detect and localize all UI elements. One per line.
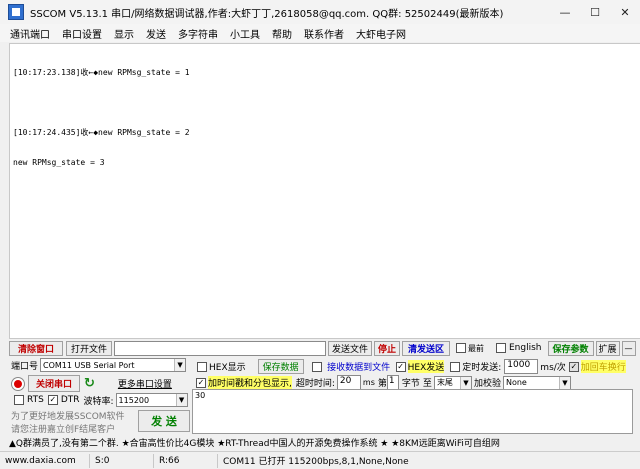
window-title: SSCOM V5.13.1 串口/网络数据调试器,作者:大虾丁丁,2618058… [30, 8, 504, 20]
refresh-icon[interactable]: ↻ [84, 376, 95, 391]
timeout-unit: ms [362, 378, 375, 387]
menu-item-tools[interactable]: 小工具 [230, 26, 260, 41]
title-bar: SSCOM V5.13.1 串口/网络数据调试器,作者:大虾丁丁,2618058… [0, 0, 640, 24]
open-file-button[interactable]: 打开文件 [66, 340, 112, 356]
rts-label: RTS [27, 395, 44, 405]
more-settings-button[interactable]: 更多串口设置 [115, 376, 175, 391]
dtr-label: DTR [60, 395, 80, 405]
menu-item-multi-string[interactable]: 多字符串 [178, 26, 218, 41]
stop-button[interactable]: 停止 [374, 340, 400, 356]
clear-send-button[interactable]: 清发送区 [402, 340, 450, 356]
rts-checkbox[interactable] [14, 395, 24, 405]
collapse-button[interactable]: — [621, 340, 636, 356]
to-label: 至 [422, 379, 432, 389]
port-control-row: 关闭串口 ↻ 更多串口设置 [12, 375, 175, 392]
port-row: 端口号 COM11 USB Serial Port ▼ [11, 358, 187, 372]
baud-label: 波特率: [83, 396, 114, 407]
display-options-row: HEX显示 保存数据 接收数据到文件 ✓ HEX发送 定时发送: 1000 ms… [197, 359, 626, 374]
expand-button[interactable]: 扩展 [595, 340, 620, 356]
interval-input[interactable]: 1000 [504, 359, 539, 374]
timeout-label: 超时时间: [295, 379, 335, 389]
send-button[interactable]: 发 送 [138, 410, 190, 432]
checksum-select-value: None [505, 378, 527, 387]
record-icon [12, 377, 24, 390]
window-controls: — ☐ ✕ [550, 0, 640, 24]
crlf-checkbox[interactable]: ✓ [568, 361, 579, 372]
english-label: English [509, 343, 542, 353]
status-received: R:66 [154, 453, 218, 468]
close-icon[interactable]: ✕ [610, 0, 640, 24]
menu-item-contact[interactable]: 联系作者 [304, 26, 344, 41]
byte-unit-label: 字节 [401, 379, 420, 389]
status-sent: S:0 [90, 453, 154, 468]
port-select[interactable]: COM11 USB Serial Port ▼ [40, 358, 187, 372]
status-port: COM11 已打开 115200bps,8,1,None,None [223, 457, 409, 467]
receive-line: [10:17:23.138]收←◆new RPMsg_state = 1 [13, 68, 190, 77]
minimize-icon[interactable]: — [550, 0, 580, 24]
menu-item-display[interactable]: 显示 [114, 26, 134, 41]
recv-to-file-checkbox[interactable] [311, 361, 322, 372]
recv-to-file-button[interactable]: 接收数据到文件 [324, 359, 394, 374]
app-icon [8, 4, 24, 20]
timestamp-checkbox[interactable]: ✓ [196, 377, 206, 388]
chevron-down-icon: ▼ [459, 376, 471, 389]
receive-line [13, 98, 637, 108]
menu-item-help[interactable]: 帮助 [272, 26, 292, 41]
file-path-input[interactable] [114, 340, 326, 356]
timed-send-checkbox[interactable] [450, 361, 461, 372]
menu-item-serial-settings[interactable]: 串口设置 [62, 26, 102, 41]
save-data-button[interactable]: 保存数据 [257, 359, 304, 374]
hex-send-label: HEX发送 [407, 360, 445, 373]
status-site[interactable]: www.daxia.com [0, 453, 90, 468]
menu-item-port[interactable]: 通讯端口 [10, 26, 50, 41]
menu-bar: 通讯端口 串口设置 显示 发送 多字符串 小工具 帮助 联系作者 大虾电子网 [0, 24, 640, 42]
end-select-value: 末尾 [436, 378, 453, 387]
timed-send-label: 定时发送: [462, 363, 502, 373]
end-select[interactable]: 末尾 ▼ [433, 375, 472, 390]
topmost-checkbox[interactable] [456, 343, 466, 353]
port-select-value: COM11 USB Serial Port [43, 360, 135, 370]
ad-text[interactable]: ▲Q群满员了,没有第二个群. ★合宙高性价比4G模块 ★RT-Thread中国人… [9, 436, 500, 449]
status-bar: www.daxia.com S:0 R:66 COM11 已打开 115200b… [0, 451, 640, 469]
port-label: 端口号 [11, 361, 39, 372]
chevron-down-icon: ▼ [558, 376, 570, 389]
save-params-button[interactable]: 保存参数 [547, 340, 594, 356]
hex-display-checkbox[interactable] [197, 361, 207, 372]
nth-label: 第 [377, 379, 387, 389]
timestamp-label: 加时间戳和分包显示, [208, 376, 292, 389]
receive-line: new RPMsg_state = 3 [13, 158, 105, 167]
baud-select-value: 115200 [118, 395, 150, 405]
close-port-button[interactable]: 关闭串口 [28, 375, 80, 392]
receive-area[interactable]: [10:17:23.138]收←◆new RPMsg_state = 1 [10… [9, 43, 640, 339]
send-input[interactable]: 30 [192, 389, 633, 434]
file-toolbar: 清除窗口 打开文件 发送文件 停止 清发送区 最前 English 保存参数 扩… [9, 339, 640, 357]
promo-text: 为了更好地发展SSCOM软件 请您注册嘉立创F结尾客户 [11, 409, 125, 435]
send-file-button[interactable]: 发送文件 [328, 340, 372, 356]
menu-item-website[interactable]: 大虾电子网 [356, 26, 406, 41]
line-control-row: RTS ✓ DTR 波特率: 115200 ▼ [14, 393, 188, 407]
maximize-icon[interactable]: ☐ [580, 0, 610, 24]
receive-line: [10:17:24.435]收←◆new RPMsg_state = 2 [13, 128, 190, 137]
checksum-label: 加校验 [473, 379, 501, 389]
byte-index-input[interactable]: 1 [386, 375, 399, 390]
crlf-label: 加回车换行 [580, 360, 626, 373]
topmost-label: 最前 [468, 343, 484, 353]
hex-display-label: HEX显示 [209, 363, 246, 373]
menu-item-send[interactable]: 发送 [146, 26, 166, 41]
promo-line-1: 为了更好地发展SSCOM软件 [11, 412, 125, 422]
checksum-select[interactable]: None ▼ [502, 375, 571, 390]
hex-send-checkbox[interactable]: ✓ [395, 361, 406, 372]
interval-unit: ms/次 [540, 363, 566, 373]
english-checkbox[interactable] [496, 343, 506, 353]
timestamp-row: ✓ 加时间戳和分包显示, 超时时间: 20 ms 第 1 字节 至 末尾 ▼ 加… [196, 375, 571, 390]
dtr-checkbox[interactable]: ✓ [47, 395, 58, 405]
ad-bar: ▲Q群满员了,没有第二个群. ★合宙高性价比4G模块 ★RT-Thread中国人… [9, 434, 640, 450]
chevron-down-icon: ▼ [174, 359, 186, 371]
chevron-down-icon: ▼ [175, 394, 187, 406]
timeout-input[interactable]: 20 [336, 375, 361, 390]
clear-window-button[interactable]: 清除窗口 [9, 340, 63, 356]
baud-select[interactable]: 115200 ▼ [115, 393, 188, 407]
